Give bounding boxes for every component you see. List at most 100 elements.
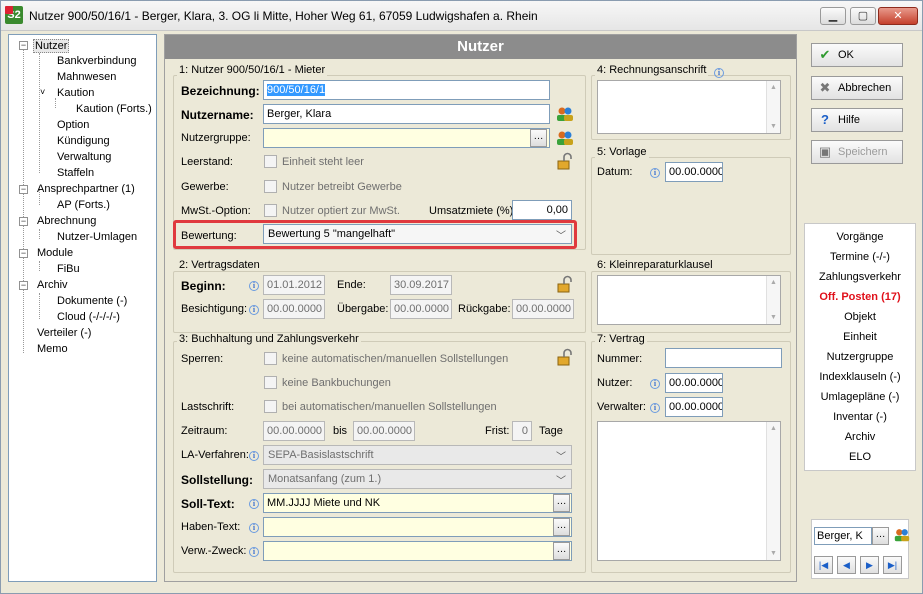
nutzername-field[interactable]: Berger, Klara xyxy=(263,104,550,124)
kleinreparaturklausel-textarea[interactable]: ▲ ▼ xyxy=(597,275,781,325)
ende-field[interactable]: 30.09.2017 xyxy=(390,275,452,295)
lastschrift-checkbox-label: bei automatischen/manuellen Sollstellung… xyxy=(282,401,497,413)
mwst-checkbox[interactable] xyxy=(264,204,277,217)
people-icon[interactable] xyxy=(555,104,575,124)
ok-button[interactable]: ✔ OK xyxy=(811,43,903,67)
tree-item-fibu[interactable]: FiBu xyxy=(57,263,80,275)
nav-termine[interactable]: Termine (-/-) xyxy=(805,251,915,263)
nav-inventar[interactable]: Inventar (-) xyxy=(805,411,915,423)
tree-item-staffeln[interactable]: Staffeln xyxy=(57,167,94,179)
last-record-button[interactable]: ▶| xyxy=(883,556,902,574)
tree-item-bankverbindung[interactable]: Bankverbindung xyxy=(57,55,137,67)
beginn-field[interactable]: 01.01.2012 xyxy=(263,275,325,295)
tree-collapse-ansprechpartner[interactable]: − xyxy=(19,185,28,194)
tree-collapse-nutzer[interactable]: − xyxy=(19,41,28,50)
nav-indexklauseln[interactable]: Indexklauseln (-) xyxy=(805,371,915,383)
lastschrift-checkbox[interactable] xyxy=(264,400,277,413)
vertrag-nutzer-label: Nutzer: xyxy=(597,377,633,389)
nutzergruppe-browse-button[interactable]: … xyxy=(530,129,547,147)
rechnungsanschrift-textarea[interactable]: ▲ ▼ xyxy=(597,80,781,134)
vertrag-textarea[interactable]: ▲ ▼ xyxy=(597,421,781,561)
tree-collapse-abrechnung[interactable]: − xyxy=(19,217,28,226)
verw-zweck-browse-button[interactable]: … xyxy=(553,542,570,560)
tree-item-nutzer-umlagen[interactable]: Nutzer-Umlagen xyxy=(57,231,137,243)
tree-item-nutzer[interactable]: Nutzer xyxy=(33,39,70,53)
uebergabe-field[interactable]: 00.00.0000 xyxy=(390,299,452,319)
besichtigung-field[interactable]: 00.00.0000 xyxy=(263,299,325,319)
tree-item-verteiler[interactable]: Verteiler (-) xyxy=(37,327,91,339)
people-icon[interactable] xyxy=(893,526,913,546)
nav-offene-posten[interactable]: Off. Posten (17) xyxy=(805,291,915,303)
record-search-field[interactable]: Berger, K xyxy=(814,527,872,545)
prev-record-button[interactable]: ◀ xyxy=(837,556,856,574)
bezeichnung-field[interactable]: 900/50/16/1 xyxy=(263,80,550,100)
tree-item-cloud[interactable]: Cloud (-/-/-/-) xyxy=(57,311,120,323)
lock-icon[interactable] xyxy=(555,275,575,295)
rueckgabe-field[interactable]: 00.00.0000 xyxy=(512,299,574,319)
beginn-label: Beginn: xyxy=(181,279,226,293)
lock-icon[interactable] xyxy=(555,152,575,172)
tree-item-option[interactable]: Option xyxy=(57,119,89,131)
lock-icon[interactable] xyxy=(555,348,575,368)
tree-expand-icon[interactable]: ˅ xyxy=(40,87,45,97)
soll-text-browse-button[interactable]: … xyxy=(553,494,570,512)
minimize-button[interactable]: ▁ xyxy=(820,7,846,25)
sollstellung-dropdown[interactable]: Monatsanfang (zum 1.) ﹀ xyxy=(263,469,572,489)
nav-vorgaenge[interactable]: Vorgänge xyxy=(805,231,915,243)
haben-text-browse-button[interactable]: … xyxy=(553,518,570,536)
tree-item-mahnwesen[interactable]: Mahnwesen xyxy=(57,71,116,83)
leerstand-checkbox-label: Einheit steht leer xyxy=(282,156,364,168)
help-button[interactable]: ? Hilfe xyxy=(811,108,903,132)
tree-item-ansprechpartner[interactable]: Ansprechpartner (1) xyxy=(37,183,135,195)
record-search-browse-button[interactable]: … xyxy=(872,527,889,545)
vertrag-nummer-field[interactable] xyxy=(665,348,782,368)
tree-item-module[interactable]: Module xyxy=(37,247,73,259)
verw-zweck-field[interactable] xyxy=(263,541,572,561)
next-record-button[interactable]: ▶ xyxy=(860,556,879,574)
tree-item-memo[interactable]: Memo xyxy=(37,343,68,355)
gewerbe-checkbox[interactable] xyxy=(264,180,277,193)
tree-collapse-module[interactable]: − xyxy=(19,249,28,258)
bewertung-dropdown[interactable]: Bewertung 5 "mangelhaft" ﹀ xyxy=(263,224,572,244)
leerstand-checkbox[interactable] xyxy=(264,155,277,168)
vorlage-datum-field[interactable]: 00.00.0000 xyxy=(665,162,723,182)
nav-zahlungsverkehr[interactable]: Zahlungsverkehr xyxy=(805,271,915,283)
mwst-checkbox-label: Nutzer optiert zur MwSt. xyxy=(282,205,400,217)
tree-item-kaution-forts[interactable]: Kaution (Forts.) xyxy=(76,103,152,115)
nav-elo[interactable]: ELO xyxy=(805,451,915,463)
vertrag-nutzer-field[interactable]: 00.00.0000 xyxy=(665,373,723,393)
section-vertrag-title: 7: Vertrag xyxy=(595,333,647,345)
la-verfahren-dropdown[interactable]: SEPA-Basislastschrift ﹀ xyxy=(263,445,572,465)
frist-label: Frist: xyxy=(485,425,510,437)
nav-einheit[interactable]: Einheit xyxy=(805,331,915,343)
tree-collapse-archiv[interactable]: − xyxy=(19,281,28,290)
sperren-sollstellungen-checkbox[interactable] xyxy=(264,352,277,365)
save-button[interactable]: ▣ Speichern xyxy=(811,140,903,164)
soll-text-field[interactable]: MM.JJJJ Miete und NK xyxy=(263,493,572,513)
tree-item-ap-forts[interactable]: AP (Forts.) xyxy=(57,199,110,211)
nav-objekt[interactable]: Objekt xyxy=(805,311,915,323)
nav-umlageplaene[interactable]: Umlagepläne (-) xyxy=(805,391,915,403)
zeitraum-from-field[interactable]: 00.00.0000 xyxy=(263,421,325,441)
first-record-button[interactable]: |◀ xyxy=(814,556,833,574)
maximize-button[interactable]: ▢ xyxy=(850,7,876,25)
frist-field[interactable]: 0 xyxy=(512,421,532,441)
tree-item-abrechnung[interactable]: Abrechnung xyxy=(37,215,96,227)
umsatzmiete-field[interactable]: 0,00 xyxy=(512,200,572,220)
info-icon: i xyxy=(249,305,259,315)
tree-item-kaution[interactable]: Kaution xyxy=(57,87,94,99)
sperren-bankbuchungen-checkbox[interactable] xyxy=(264,376,277,389)
close-button[interactable]: ✕ xyxy=(878,7,918,25)
people-icon[interactable] xyxy=(555,128,575,148)
cancel-button[interactable]: ✖ Abbrechen xyxy=(811,76,903,100)
haben-text-field[interactable] xyxy=(263,517,572,537)
zeitraum-to-field[interactable]: 00.00.0000 xyxy=(353,421,415,441)
nav-archiv[interactable]: Archiv xyxy=(805,431,915,443)
vertrag-verwalter-field[interactable]: 00.00.0000 xyxy=(665,397,723,417)
tree-item-verwaltung[interactable]: Verwaltung xyxy=(57,151,111,163)
tree-item-kuendigung[interactable]: Kündigung xyxy=(57,135,110,147)
nav-nutzergruppe[interactable]: Nutzergruppe xyxy=(805,351,915,363)
tree-item-archiv[interactable]: Archiv xyxy=(37,279,68,291)
nutzergruppe-field[interactable] xyxy=(263,128,550,148)
tree-item-dokumente[interactable]: Dokumente (-) xyxy=(57,295,127,307)
